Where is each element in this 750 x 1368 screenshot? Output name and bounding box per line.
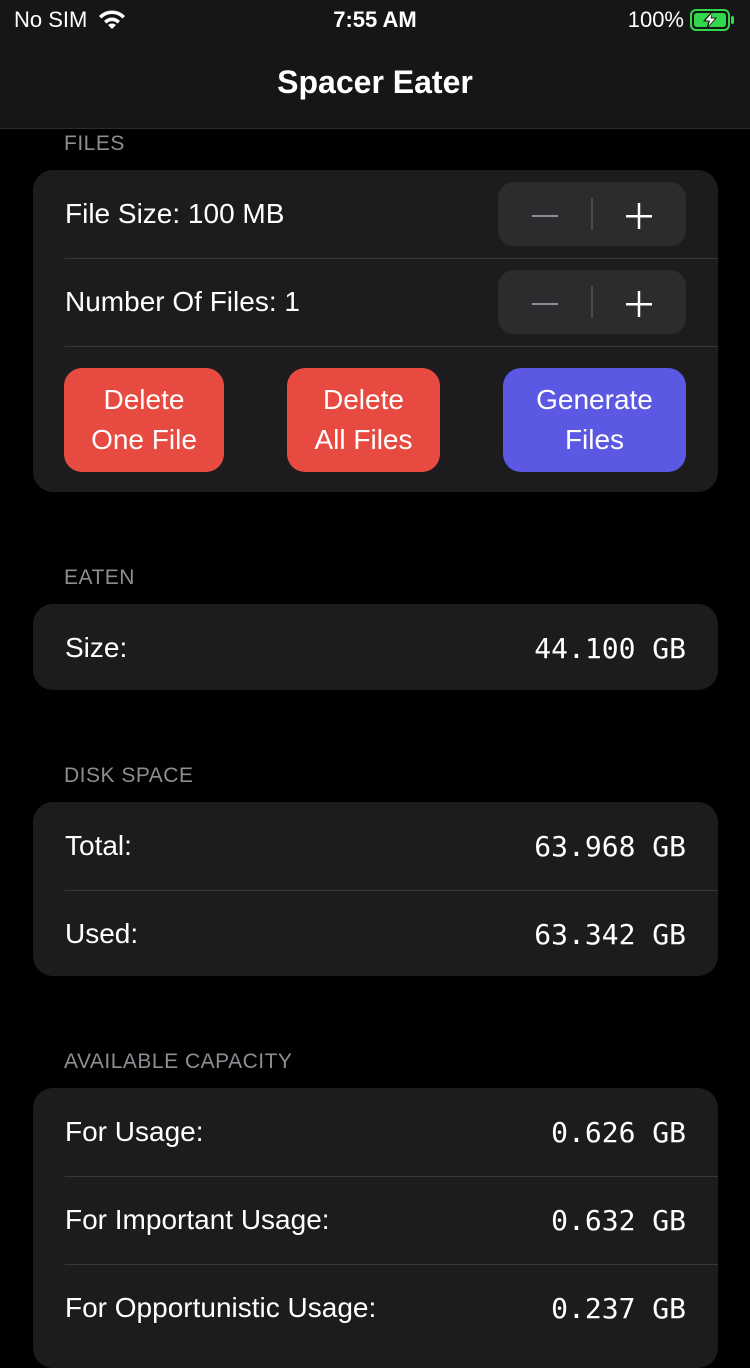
- available-capacity-card: For Usage: 0.626 GB For Important Usage:…: [33, 1088, 718, 1368]
- total-value: 63.968 GB: [534, 830, 686, 863]
- files-card: File Size: 100 MB Number Of Files: 1 Del…: [33, 170, 718, 492]
- eaten-card: Size: 44.100 GB: [33, 604, 718, 690]
- minus-icon: [532, 303, 558, 306]
- eaten-size-row: Size: 44.100 GB: [65, 604, 718, 690]
- minus-icon: [532, 215, 558, 218]
- delete-all-files-line2: All Files: [314, 424, 413, 455]
- number-of-files-decrement-button[interactable]: [498, 270, 592, 334]
- for-usage-label: For Usage:: [65, 1116, 204, 1147]
- file-size-decrement-button[interactable]: [498, 182, 592, 246]
- for-important-usage-row: For Important Usage: 0.632 GB: [65, 1176, 718, 1265]
- delete-one-file-line2: One File: [91, 424, 197, 455]
- delete-all-files-button[interactable]: Delete All Files: [287, 368, 440, 472]
- number-of-files-label: Number Of Files: 1: [65, 286, 300, 317]
- page-title: Spacer Eater: [277, 64, 473, 100]
- battery-percent: 100%: [627, 7, 684, 32]
- for-opportunistic-usage-row: For Opportunistic Usage: 0.237 GB: [65, 1264, 718, 1352]
- delete-one-file-button[interactable]: Delete One File: [64, 368, 224, 472]
- used-row: Used: 63.342 GB: [65, 890, 718, 976]
- disk-space-card: Total: 63.968 GB Used: 63.342 GB: [33, 802, 718, 976]
- total-label: Total:: [65, 830, 132, 861]
- for-usage-value: 0.626 GB: [551, 1116, 686, 1149]
- file-size-label: File Size: 100 MB: [65, 198, 285, 229]
- navigation-bar: Spacer Eater: [0, 42, 750, 129]
- number-of-files-stepper: [498, 270, 686, 334]
- plus-icon: [626, 203, 652, 230]
- eaten-size-label: Size:: [65, 632, 128, 663]
- available-capacity-section-header: AVAILABLE CAPACITY: [64, 1050, 293, 1073]
- for-important-usage-value: 0.632 GB: [551, 1204, 686, 1237]
- battery-charging-icon: [690, 9, 736, 31]
- for-important-usage-label: For Important Usage:: [65, 1204, 330, 1235]
- delete-all-files-line1: Delete: [323, 384, 404, 415]
- generate-files-line2: Files: [564, 424, 625, 455]
- plus-icon: [626, 291, 652, 318]
- eaten-section-header: EATEN: [64, 566, 135, 589]
- eaten-size-value: 44.100 GB: [534, 632, 686, 665]
- generate-files-button[interactable]: Generate Files: [503, 368, 686, 472]
- for-opportunistic-usage-label: For Opportunistic Usage:: [65, 1292, 377, 1323]
- file-size-row: File Size: 100 MB: [65, 170, 718, 259]
- delete-one-file-line1: Delete: [103, 384, 185, 415]
- status-bar: No SIM 7:55 AM 100%: [0, 0, 750, 42]
- files-section-header: FILES: [64, 132, 125, 155]
- status-right: 100%: [628, 7, 736, 33]
- for-usage-row: For Usage: 0.626 GB: [65, 1088, 718, 1177]
- file-size-stepper: [498, 182, 686, 246]
- total-row: Total: 63.968 GB: [65, 802, 718, 891]
- number-of-files-increment-button[interactable]: [592, 270, 686, 334]
- used-label: Used:: [65, 918, 139, 949]
- for-opportunistic-usage-value: 0.237 GB: [551, 1292, 686, 1325]
- number-of-files-row: Number Of Files: 1: [65, 258, 718, 347]
- file-size-increment-button[interactable]: [592, 182, 686, 246]
- generate-files-line1: Generate: [536, 384, 653, 415]
- disk-space-section-header: DISK SPACE: [64, 764, 194, 787]
- used-value: 63.342 GB: [534, 918, 686, 951]
